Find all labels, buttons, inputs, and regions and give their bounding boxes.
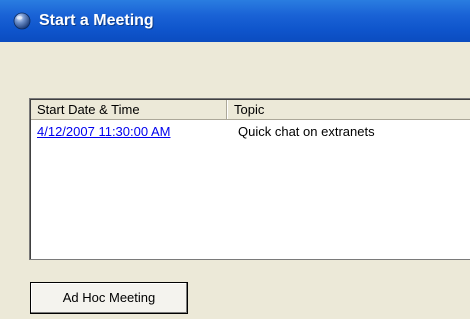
column-header-start-date[interactable]: Start Date & Time [31,100,227,119]
list-header: Start Date & Time Topic [31,100,470,120]
meeting-topic: Quick chat on extranets [238,124,375,139]
meetings-list[interactable]: Start Date & Time Topic 4/12/2007 11:30:… [29,98,470,260]
ad-hoc-meeting-button[interactable]: Ad Hoc Meeting [30,282,188,314]
window-title: Start a Meeting [39,12,154,29]
column-header-topic[interactable]: Topic [228,100,470,119]
meeting-start-link[interactable]: 4/12/2007 11:30:00 AM [37,123,170,140]
globe-icon [13,12,31,30]
meeting-row[interactable]: 4/12/2007 11:30:00 AM Quick chat on extr… [31,122,470,140]
title-bar[interactable]: Start a Meeting [0,0,470,42]
